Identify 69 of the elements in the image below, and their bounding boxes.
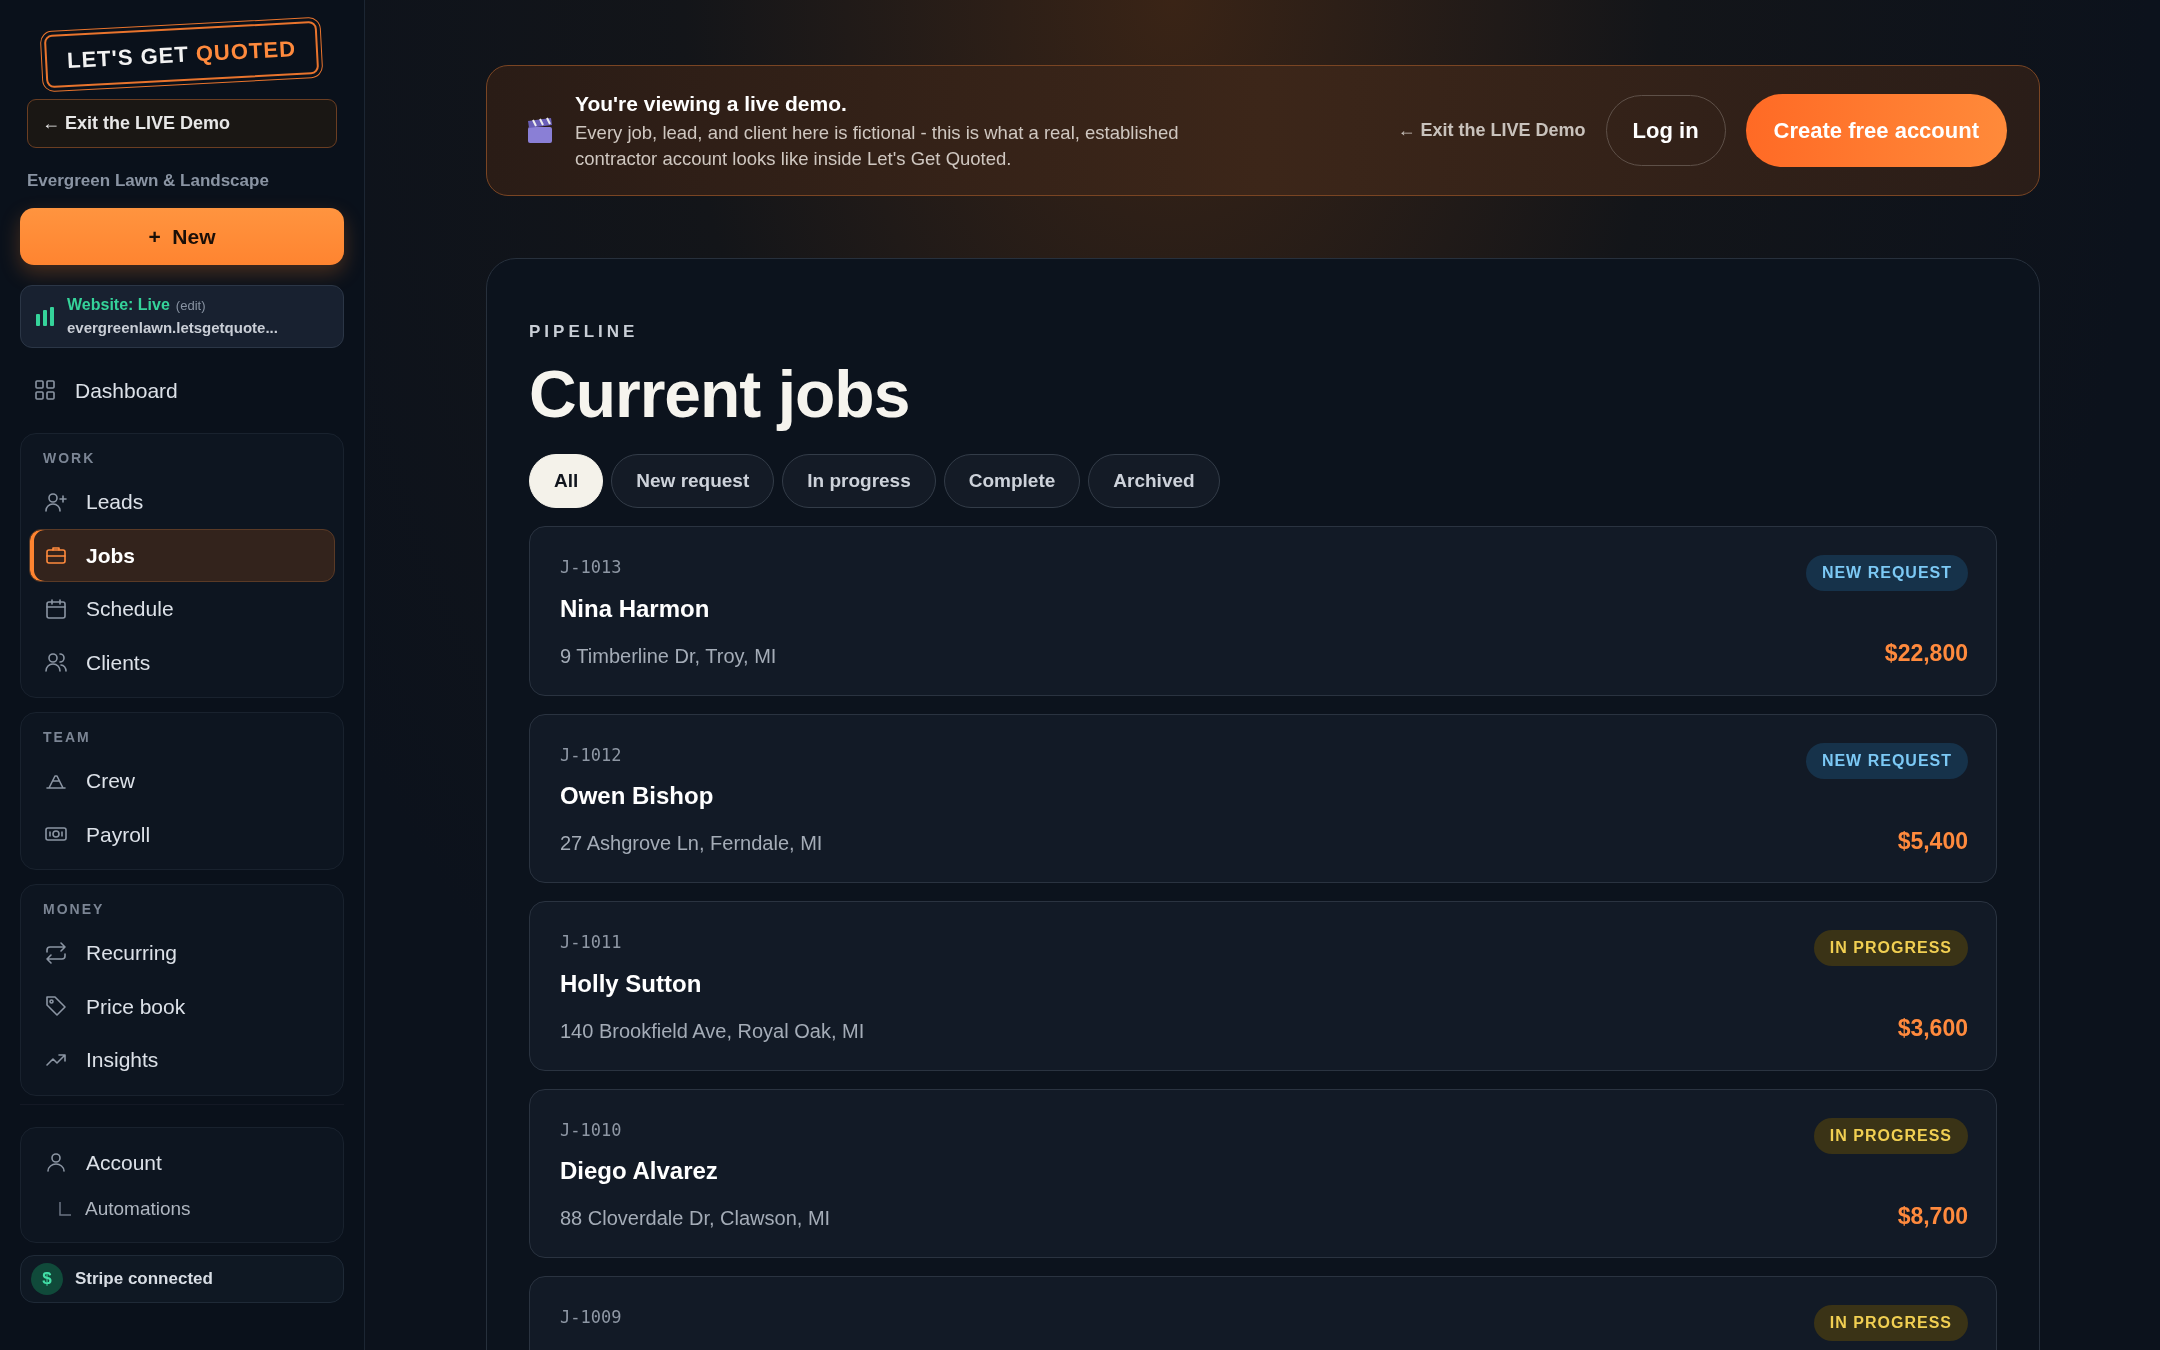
job-address: 9 Timberline Dr, Troy, MI (560, 643, 777, 669)
status-badge: IN PROGRESS (1813, 930, 1968, 967)
nav-item[interactable]: Insights (29, 1033, 335, 1087)
website-status: Website: Live (67, 296, 170, 313)
client-name: Owen Bishop (560, 781, 715, 812)
job-address: 27 Ashgrove Ln, Ferndale, MI (560, 831, 823, 857)
filter-tab[interactable]: All (529, 453, 604, 509)
nav-item[interactable]: Account (29, 1135, 335, 1189)
job-id: J-1010 (560, 1118, 623, 1142)
exit-demo-link[interactable]: ← Exit the LIVE Demo (1397, 117, 1586, 145)
nav-item[interactable]: Price book (29, 979, 335, 1033)
job-id: J-1011 (560, 931, 623, 955)
job-amount: $22,800 (1884, 639, 1968, 669)
nav-item[interactable]: Payroll (29, 807, 335, 861)
nav-item[interactable]: Crew (29, 754, 335, 808)
website-url: evergreenlawn.letsgetquote... (67, 318, 278, 338)
page-title: Current jobs (529, 355, 911, 433)
stripe-label: Stripe connected (75, 1267, 213, 1290)
job-card[interactable]: J-1011 Holly Sutton 140 Brookfield Ave, Royal Oak, MI IN PROGRESS $3,600 (529, 901, 1997, 1071)
signal-bars-icon (35, 306, 55, 327)
nav-item[interactable]: Clients (29, 635, 335, 689)
calendar-icon (44, 596, 68, 621)
status-badge: NEW REQUEST (1805, 555, 1968, 592)
nav-item[interactable]: Schedule (29, 582, 335, 636)
filter-tab[interactable]: Archived (1088, 453, 1220, 509)
filter-tab[interactable]: In progress (782, 453, 936, 509)
repeat-icon (44, 940, 68, 965)
client-name: Holly Sutton (560, 968, 703, 999)
group-title: WORK (42, 449, 97, 468)
website-status-card[interactable]: Website: Live (edit) evergreenlawn.letsgetquote... (20, 285, 344, 348)
banner-text: Every job, lead, and client here is fictional - this is what a real, established contractor account looks like inside Let's Get Quoted. (575, 120, 1180, 172)
grid-icon (33, 378, 57, 403)
clapperboard-icon (525, 115, 555, 146)
person-icon (44, 1150, 68, 1175)
new-button[interactable]: + New (20, 207, 344, 265)
job-card[interactable]: J-1009 IN PROGRESS (529, 1276, 1997, 1350)
company-name: Evergreen Lawn & Landscape (27, 170, 270, 192)
job-amount: $3,600 (1897, 1014, 1968, 1044)
job-id: J-1013 (560, 556, 623, 580)
banner-title: You're viewing a live demo. (575, 91, 848, 117)
eyebrow-label: PIPELINE (529, 321, 640, 344)
nav-item[interactable]: Recurring (29, 926, 335, 980)
status-badge: NEW REQUEST (1805, 742, 1968, 779)
group-title: TEAM (42, 728, 92, 747)
job-address: 88 Cloverdale Dr, Clawson, MI (560, 1206, 831, 1232)
client-name: Diego Alvarez (560, 1156, 719, 1187)
tag-icon (44, 994, 68, 1019)
job-card[interactable]: J-1010 Diego Alvarez 88 Cloverdale Dr, Clawson, MI IN PROGRESS $8,700 (529, 1088, 1997, 1259)
group-title: MONEY (42, 900, 106, 919)
nav-item[interactable]: Leads (29, 475, 335, 529)
job-amount: $8,700 (1897, 1201, 1968, 1231)
status-badge: IN PROGRESS (1813, 1117, 1968, 1154)
people-icon (44, 650, 68, 675)
job-amount: $5,400 (1897, 826, 1968, 856)
nav-item[interactable]: Jobs (29, 528, 335, 582)
client-name: Nina Harmon (560, 593, 711, 624)
edit-link[interactable]: (edit) (175, 298, 206, 313)
exit-demo-button[interactable]: ← Exit the LIVE Demo (27, 99, 337, 148)
dollar-icon: $ (31, 1262, 63, 1295)
filter-tab[interactable]: New request (611, 453, 775, 509)
job-id: J-1012 (560, 743, 623, 767)
job-card[interactable]: J-1013 Nina Harmon 9 Timberline Dr, Troy, MI NEW REQUEST $22,800 (529, 526, 1997, 696)
sub-nav-item[interactable]: Automations (85, 1195, 191, 1224)
nav-item[interactable]: Dashboard (20, 361, 344, 419)
job-id: J-1009 (560, 1306, 622, 1330)
job-card[interactable]: J-1012 Owen Bishop 27 Ashgrove Ln, Ferndale, MI NEW REQUEST $5,400 (529, 713, 1997, 884)
filter-tab[interactable]: Complete (943, 453, 1081, 509)
job-address: 140 Brookfield Ave, Royal Oak, MI (560, 1018, 865, 1044)
status-badge: IN PROGRESS (1813, 1305, 1968, 1342)
